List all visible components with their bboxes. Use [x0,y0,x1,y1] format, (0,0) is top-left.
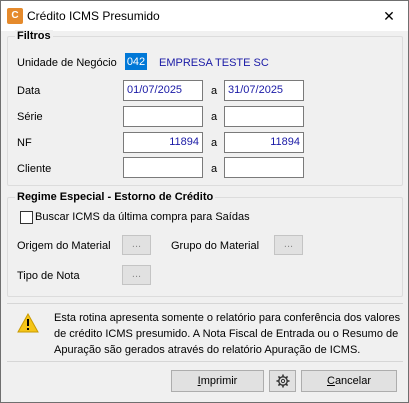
origem-label: Origem do Material [17,240,111,252]
filters-legend: Filtros [15,30,53,42]
serie-label: Série [17,111,43,123]
serie-range-sep: a [211,111,218,123]
cancel-mnemonic: C [326,375,335,387]
last-purchase-label[interactable]: Buscar ICMS da última compra para Saídas [35,211,250,223]
gear-icon [276,374,289,388]
client-range-sep: a [211,163,218,175]
app-icon: C [7,8,23,24]
client-label: Cliente [17,163,52,175]
notice-text: Esta rotina apresenta somente o relatóri… [54,312,401,356]
tipo-label: Tipo de Nota [17,270,80,282]
dialog-window: C Crédito ICMS Presumido ✕ Filtros Unida… [0,0,409,403]
print-button[interactable]: Imprimir [171,370,264,392]
nf-range-sep: a [211,137,218,149]
title-bar: C Crédito ICMS Presumido ✕ [1,1,408,31]
last-purchase-checkbox[interactable] [20,211,33,224]
unit-code-field[interactable]: 042 [125,53,147,70]
window-title: Crédito ICMS Presumido [27,9,160,23]
warning-icon [17,313,39,333]
date-range-sep: a [211,85,218,97]
tipo-lookup-button[interactable]: ... [122,265,151,285]
buttons-separator [7,361,403,362]
date-label: Data [17,85,41,97]
settings-button[interactable] [269,370,296,392]
nf-to-field[interactable]: 11894 [224,132,304,153]
serie-to-field[interactable] [224,106,304,127]
nf-label: NF [17,137,32,149]
cancel-label-rest: ancelar [334,375,372,387]
grupo-lookup-button[interactable]: ... [274,235,303,255]
cancel-button[interactable]: Cancelar [301,370,397,392]
nf-from-field[interactable]: 11894 [123,132,203,153]
grupo-label: Grupo do Material [171,240,260,252]
unit-name: EMPRESA TESTE SC [159,57,269,69]
client-to-field[interactable] [224,157,304,178]
date-from-field[interactable]: 01/07/2025 [123,80,203,101]
notice-separator [7,303,403,304]
print-label-rest: mprimir [200,375,238,387]
origem-lookup-button[interactable]: ... [122,235,151,255]
client-from-field[interactable] [123,157,203,178]
date-to-field[interactable]: 31/07/2025 [224,80,304,101]
regime-legend: Regime Especial - Estorno de Crédito [15,191,216,203]
serie-from-field[interactable] [123,106,203,127]
close-icon[interactable]: ✕ [370,1,408,31]
unit-label: Unidade de Negócio [17,57,117,69]
